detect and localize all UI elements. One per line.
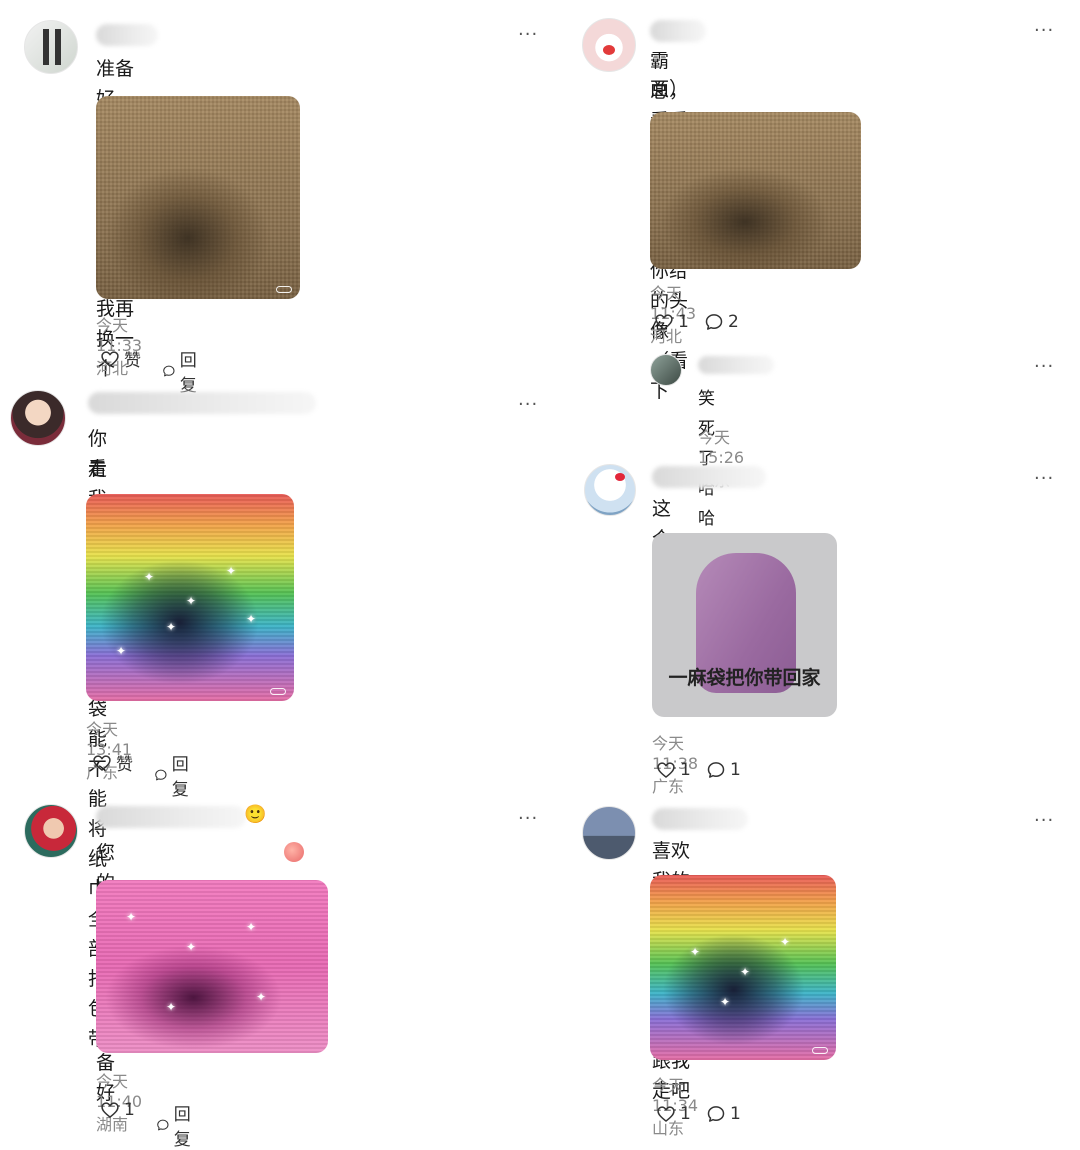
reply-button[interactable]: 1	[706, 1104, 741, 1124]
peach-emoji-icon	[284, 842, 304, 862]
reply-label: 回复	[179, 351, 197, 396]
avatar[interactable]	[24, 20, 78, 74]
image-caption: 一麻袋把你带回家	[668, 667, 821, 689]
sparkle-icon: ✦	[144, 570, 155, 584]
comment-image[interactable]: ✦ ✦ ✦ ✦	[650, 875, 836, 1060]
like-button[interactable]: 赞	[100, 346, 141, 371]
like-button[interactable]: 1	[656, 1104, 691, 1124]
comment-image[interactable]	[96, 96, 300, 299]
like-count: 1	[680, 1104, 691, 1124]
comment-image[interactable]: ✦ ✦ ✦ ✦ ✦	[96, 880, 328, 1053]
heart-icon	[654, 312, 674, 332]
sparkle-icon: ✦	[690, 945, 701, 959]
sparkle-icon: ✦	[186, 594, 197, 608]
sparkle-icon: ✦	[740, 965, 751, 979]
like-count: 1	[124, 1100, 135, 1120]
comment-image[interactable]: ✦ ✦ ✦ ✦ ✦ ✦	[86, 494, 294, 701]
sparkle-icon: ✦	[126, 910, 137, 924]
heart-icon	[656, 1104, 676, 1124]
more-dots-icon[interactable]: ···	[1034, 812, 1054, 830]
comment-text-line2: 面）	[650, 78, 689, 100]
avatar[interactable]	[24, 804, 78, 858]
sparkle-icon: ✦	[226, 564, 237, 578]
emoji-icon: 🙂	[244, 804, 267, 825]
avatar[interactable]	[10, 390, 66, 446]
like-label: 赞	[124, 351, 141, 371]
sparkle-icon: ✦	[186, 940, 197, 954]
sparkle-icon: ✦	[720, 995, 731, 1009]
username[interactable]	[650, 20, 706, 42]
like-button[interactable]: 1	[100, 1100, 135, 1120]
reply-button[interactable]: 回复	[154, 750, 195, 800]
comment-image[interactable]	[650, 112, 861, 269]
heart-icon	[92, 753, 112, 773]
sparkle-icon: ✦	[246, 612, 257, 626]
avatar[interactable]	[584, 464, 636, 516]
avatar[interactable]	[582, 18, 636, 72]
comment-image[interactable]: 一麻袋把你带回家	[652, 533, 837, 717]
sparkle-icon: ✦	[166, 1000, 177, 1014]
like-button[interactable]: 1	[654, 312, 689, 332]
speech-bubble-icon	[706, 1104, 726, 1124]
reply-button[interactable]: 1	[706, 760, 741, 780]
like-button[interactable]: 赞	[92, 750, 133, 775]
heart-icon	[656, 760, 676, 780]
reply-count: 2	[728, 312, 739, 332]
reply-button[interactable]: 回复	[156, 1100, 197, 1150]
reply-button[interactable]: 2	[704, 312, 739, 332]
reply-label: 回复	[171, 755, 189, 800]
more-dots-icon[interactable]: ···	[518, 26, 538, 44]
like-label: 赞	[116, 755, 133, 775]
speech-bubble-icon	[156, 1115, 170, 1135]
more-dots-icon[interactable]: ···	[1034, 470, 1054, 488]
reply-count: 1	[730, 1104, 741, 1124]
like-count: 1	[680, 760, 691, 780]
sparkle-icon: ✦	[256, 990, 267, 1004]
avatar[interactable]	[582, 806, 636, 860]
username[interactable]	[96, 24, 158, 46]
comment-text-line2: 走	[88, 458, 108, 480]
more-dots-icon[interactable]: ···	[1034, 22, 1054, 40]
speech-bubble-icon	[162, 361, 176, 381]
heart-icon	[100, 1100, 120, 1120]
username[interactable]	[698, 356, 774, 374]
more-dots-icon[interactable]: ···	[518, 810, 538, 828]
speech-bubble-icon	[704, 312, 724, 332]
speech-bubble-icon	[706, 760, 726, 780]
more-dots-icon[interactable]: ···	[518, 396, 538, 414]
like-button[interactable]: 1	[656, 760, 691, 780]
reply-label: 回复	[173, 1105, 191, 1150]
sparkle-icon: ✦	[116, 644, 127, 658]
username[interactable]	[652, 466, 766, 488]
watermark-icon	[276, 286, 292, 293]
watermark-icon	[270, 688, 286, 695]
more-dots-icon[interactable]: ···	[1034, 358, 1054, 376]
username[interactable]	[652, 808, 748, 830]
sparkle-icon: ✦	[780, 935, 791, 949]
watermark-icon	[812, 1047, 828, 1054]
username[interactable]	[88, 392, 316, 414]
like-count: 1	[678, 312, 689, 332]
username[interactable]	[96, 806, 246, 828]
avatar[interactable]	[650, 354, 682, 386]
reply-button[interactable]: 回复	[162, 346, 203, 396]
reply-count: 1	[730, 760, 741, 780]
sparkle-icon: ✦	[166, 620, 177, 634]
heart-icon	[100, 349, 120, 369]
speech-bubble-icon	[154, 765, 168, 785]
sparkle-icon: ✦	[246, 920, 257, 934]
